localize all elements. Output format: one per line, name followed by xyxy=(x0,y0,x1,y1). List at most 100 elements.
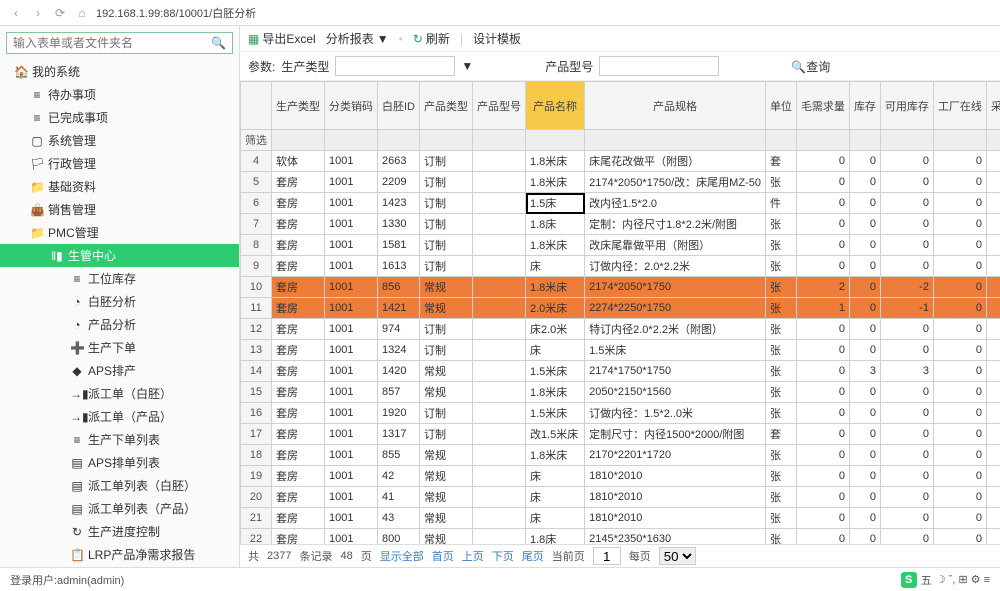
cell[interactable]: 张 xyxy=(765,382,796,403)
cell[interactable]: 0 xyxy=(796,445,849,466)
cell[interactable]: 改内径1.5*2.0 xyxy=(585,193,766,214)
cell[interactable]: 0 xyxy=(796,235,849,256)
cell[interactable]: 0 xyxy=(849,298,880,319)
cell[interactable] xyxy=(986,466,1000,487)
cell[interactable]: 0 xyxy=(933,424,986,445)
sidebar-item[interactable]: 👜销售管理 xyxy=(0,198,239,221)
cell[interactable]: 张 xyxy=(765,298,796,319)
cell[interactable] xyxy=(986,256,1000,277)
cell[interactable]: 张 xyxy=(765,361,796,382)
sidebar-item[interactable]: ◔白胚分析 xyxy=(0,290,239,313)
cell[interactable]: 软体 xyxy=(272,151,325,172)
tree-root[interactable]: 🏠 我的系统 xyxy=(0,60,239,83)
table-row[interactable]: 11套房10011421常规2.0米床2274*2250*1750张10-104… xyxy=(241,298,1000,319)
cell[interactable]: 2050*2150*1560 xyxy=(585,382,766,403)
cell[interactable] xyxy=(986,235,1000,256)
cell[interactable]: 订制 xyxy=(420,340,473,361)
last-page-button[interactable]: 尾页 xyxy=(522,548,544,564)
cell[interactable]: 0 xyxy=(880,319,933,340)
cell[interactable]: 0 xyxy=(849,214,880,235)
cell[interactable]: 套房 xyxy=(272,172,325,193)
cell[interactable]: 0 xyxy=(880,193,933,214)
cell[interactable]: 1.8床 xyxy=(526,214,585,235)
cell[interactable]: 套房 xyxy=(272,277,325,298)
cell[interactable]: 1001 xyxy=(325,445,378,466)
cell[interactable]: 常规 xyxy=(420,466,473,487)
cell[interactable] xyxy=(986,382,1000,403)
sidebar-item[interactable]: →▮派工单（产品） xyxy=(0,405,239,428)
cell[interactable] xyxy=(986,424,1000,445)
cell[interactable]: 1001 xyxy=(325,172,378,193)
sidebar-item[interactable]: →▮派工单（白胚） xyxy=(0,382,239,405)
column-header[interactable]: 白胚ID xyxy=(378,82,420,130)
cell[interactable]: 张 xyxy=(765,403,796,424)
cell[interactable]: 常规 xyxy=(420,529,473,545)
cell[interactable]: 1001 xyxy=(325,382,378,403)
table-row[interactable]: 18套房1001855常规1.8米床2170*2201*1720张00000 xyxy=(241,445,1000,466)
cell[interactable]: 0 xyxy=(933,172,986,193)
cell[interactable]: 1.5米床 xyxy=(526,403,585,424)
cell[interactable]: 1810*2010 xyxy=(585,487,766,508)
cell[interactable]: 857 xyxy=(378,382,420,403)
cell[interactable]: 床 xyxy=(526,256,585,277)
cell[interactable]: 0 xyxy=(796,403,849,424)
cell[interactable]: 0 xyxy=(933,466,986,487)
cell[interactable]: 常规 xyxy=(420,298,473,319)
column-header[interactable]: 生产类型 xyxy=(272,82,325,130)
table-row[interactable]: 17套房10011317订制改1.5米床定制尺寸：内径1500*2000/附图套… xyxy=(241,424,1000,445)
column-header[interactable]: 产品类型 xyxy=(420,82,473,130)
cell[interactable]: 0 xyxy=(849,529,880,545)
table-row[interactable]: 22套房1001800常规1.8床2145*2350*1630张000080 xyxy=(241,529,1000,545)
sidebar-item[interactable]: ▤派工单列表（产品） xyxy=(0,497,239,520)
cell[interactable]: 常规 xyxy=(420,445,473,466)
cell[interactable]: 床 xyxy=(526,340,585,361)
sidebar-item[interactable]: 🏳行政管理 xyxy=(0,152,239,175)
cell[interactable] xyxy=(473,487,526,508)
cell[interactable]: 张 xyxy=(765,487,796,508)
cell[interactable] xyxy=(473,382,526,403)
cell[interactable]: 2274*2250*1750 xyxy=(585,298,766,319)
cell[interactable]: 0 xyxy=(796,319,849,340)
cell[interactable]: 1001 xyxy=(325,340,378,361)
cell[interactable]: 张 xyxy=(765,466,796,487)
cell[interactable]: 0 xyxy=(933,319,986,340)
cell[interactable] xyxy=(473,445,526,466)
cell[interactable]: 1 xyxy=(796,298,849,319)
cell[interactable]: 套 xyxy=(765,151,796,172)
sidebar-item[interactable]: ≡待办事项 xyxy=(0,83,239,106)
cell[interactable]: 0 xyxy=(933,445,986,466)
cell[interactable]: 2170*2201*1720 xyxy=(585,445,766,466)
table-row[interactable]: 4软体10012663订制1.8米床床尾花改做平（附图）套00000 xyxy=(241,151,1000,172)
cell[interactable]: 42 xyxy=(378,466,420,487)
refresh-button[interactable]: ↻刷新 xyxy=(413,30,450,47)
cell[interactable]: 特订内径2.0*2.2米（附图） xyxy=(585,319,766,340)
cell[interactable]: 1001 xyxy=(325,151,378,172)
cell[interactable] xyxy=(473,277,526,298)
cell[interactable]: 3 xyxy=(880,361,933,382)
cell[interactable]: -2 xyxy=(880,277,933,298)
cell[interactable]: 套 xyxy=(765,424,796,445)
cell[interactable]: 0 xyxy=(933,403,986,424)
cell[interactable]: 1001 xyxy=(325,298,378,319)
search-icon[interactable]: 🔍 xyxy=(211,36,226,50)
cell[interactable]: 0 xyxy=(796,466,849,487)
cell[interactable] xyxy=(473,361,526,382)
cell[interactable]: 订制 xyxy=(420,172,473,193)
cell[interactable] xyxy=(986,445,1000,466)
cell[interactable]: 订制 xyxy=(420,424,473,445)
cell[interactable]: 2174*1750*1750 xyxy=(585,361,766,382)
cell[interactable]: 0 xyxy=(880,172,933,193)
search-input[interactable] xyxy=(13,36,207,50)
type-input[interactable] xyxy=(335,56,455,76)
cell[interactable]: 1001 xyxy=(325,193,378,214)
sidebar-item[interactable]: 📁基础资料 xyxy=(0,175,239,198)
cell[interactable]: 1.8米床 xyxy=(526,172,585,193)
cell[interactable]: 0 xyxy=(880,256,933,277)
cell[interactable]: 1.8米床 xyxy=(526,235,585,256)
cell[interactable]: 0 xyxy=(880,382,933,403)
cell[interactable]: 41 xyxy=(378,487,420,508)
cell[interactable]: 0 xyxy=(933,508,986,529)
column-header[interactable]: 毛需求量 xyxy=(796,82,849,130)
sidebar-item[interactable]: ◆APS排产 xyxy=(0,359,239,382)
ime-indicator[interactable]: S 五 ☽ ˇ, ⊞ ⚙ ≡ xyxy=(901,572,990,588)
